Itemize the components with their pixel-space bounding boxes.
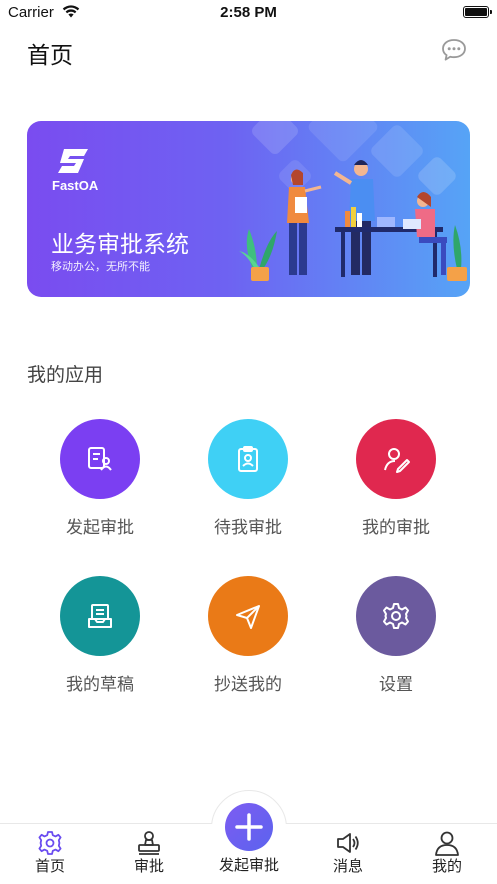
banner-subtitle: 移动办公，无所不能 xyxy=(51,260,150,273)
tab-approval[interactable]: 审批 xyxy=(114,824,184,884)
app-my-approval[interactable]: 我的审批 xyxy=(322,419,470,538)
app-label: 待我审批 xyxy=(214,518,282,538)
app-label: 我的审批 xyxy=(362,518,430,538)
stamp-icon xyxy=(138,831,160,855)
tab-label: 审批 xyxy=(133,857,164,875)
app-label: 发起审批 xyxy=(66,518,134,538)
app-cc-to-me[interactable]: 抄送我的 xyxy=(174,576,322,695)
paper-plane-icon xyxy=(236,605,260,629)
app-label: 抄送我的 xyxy=(214,675,282,695)
home-gear-icon xyxy=(38,831,62,855)
app-icon-circle xyxy=(356,419,436,499)
person-icon xyxy=(435,831,459,856)
gear-icon xyxy=(383,603,409,629)
status-time: 2:58 PM xyxy=(220,4,277,21)
promo-banner[interactable]: FastOA 业务审批系统 移动办公，无所不能 xyxy=(27,121,470,297)
draft-tray-icon xyxy=(88,604,112,628)
user-edit-icon xyxy=(384,448,410,473)
app-pending-approval[interactable]: 待我审批 xyxy=(174,419,322,538)
battery-icon xyxy=(463,6,492,18)
app-settings[interactable]: 设置 xyxy=(322,576,470,695)
tab-label: 首页 xyxy=(34,857,65,875)
plus-icon xyxy=(235,813,263,841)
tab-messages[interactable]: 消息 xyxy=(313,824,383,884)
speaker-icon xyxy=(337,833,359,853)
app-icon-circle xyxy=(60,576,140,656)
tab-label: 消息 xyxy=(332,857,363,875)
app-icon-circle xyxy=(356,576,436,656)
clipboard-badge-icon xyxy=(238,446,258,472)
tab-me[interactable]: 我的 xyxy=(412,824,482,884)
start-approval-fab[interactable] xyxy=(225,803,273,851)
page-title: 首页 xyxy=(27,43,73,69)
app-icon-circle xyxy=(208,576,288,656)
brand-name: FastOA xyxy=(52,178,99,193)
app-start-approval[interactable]: 发起审批 xyxy=(26,419,174,538)
status-bar: Carrier 2:58 PM xyxy=(0,0,497,26)
tab-label[interactable]: 发起审批 xyxy=(200,854,298,875)
app-label: 我的草稿 xyxy=(66,675,134,695)
office-team-illustration xyxy=(239,160,467,281)
app-label: 设置 xyxy=(379,675,413,695)
tab-home[interactable]: 首页 xyxy=(15,824,85,884)
document-user-icon xyxy=(88,447,112,471)
section-title: 我的应用 xyxy=(27,364,104,386)
fastoa-logo-icon xyxy=(58,149,88,173)
chat-button[interactable] xyxy=(441,38,467,62)
app-icon-circle xyxy=(208,419,288,499)
app-my-drafts[interactable]: 我的草稿 xyxy=(26,576,174,695)
tab-label: 我的 xyxy=(431,857,462,875)
app-icon-circle xyxy=(60,419,140,499)
chat-bubble-icon xyxy=(442,39,466,61)
banner-title: 业务审批系统 xyxy=(51,232,189,258)
